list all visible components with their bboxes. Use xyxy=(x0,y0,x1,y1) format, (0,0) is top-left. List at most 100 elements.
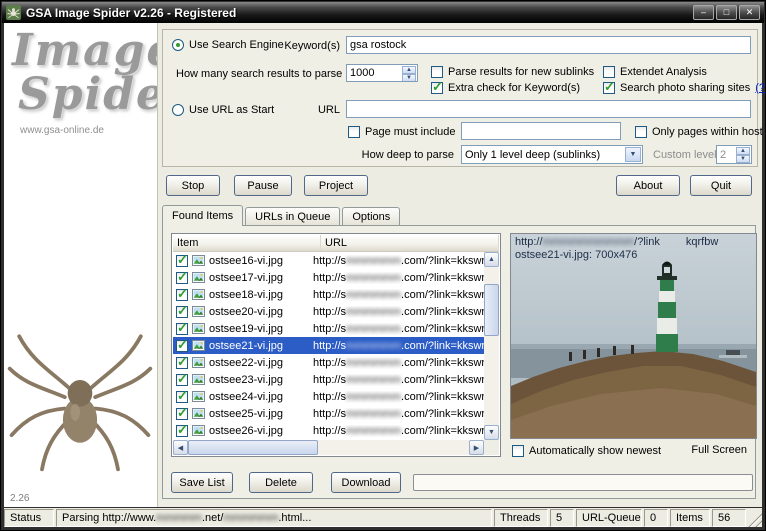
extended-analysis-checkbox[interactable]: Extendet Analysis xyxy=(603,65,707,78)
row-checkbox[interactable] xyxy=(176,252,188,268)
row-filename: ostsee19-vi.jpg xyxy=(209,322,283,335)
stop-button[interactable]: Stop xyxy=(166,175,220,196)
download-button[interactable]: Download xyxy=(331,472,401,493)
status-bar: Status Parsing http://www. mmmmm .net/mmmm… xyxy=(4,508,762,527)
row-checkbox[interactable] xyxy=(176,303,188,319)
results-count-value: 1000 xyxy=(350,67,375,79)
quit-button[interactable]: Quit xyxy=(690,175,752,196)
image-file-icon xyxy=(192,408,205,419)
website-link[interactable]: www.gsa-online.de xyxy=(20,125,104,136)
row-filename: ostsee23-vi.jpg xyxy=(209,373,283,386)
url-input[interactable] xyxy=(346,100,751,118)
image-preview[interactable]: http://mmmmmmmmmm/?link kqrfbw ostsee21-v… xyxy=(510,233,757,439)
checkbox-icon xyxy=(603,65,615,78)
preview-url-mid: /?link xyxy=(634,236,660,248)
tab-options[interactable]: Options xyxy=(342,207,401,225)
keywords-input[interactable]: gsa rostock xyxy=(346,36,751,54)
sidebar: Image Spider www.gsa-online.de 2.26 xyxy=(4,23,158,507)
row-url: http://smmmmmm.com/?link=kkswr xyxy=(313,373,484,386)
list-row[interactable]: ostsee26-vi.jpg http://smmmmmm.com/?link=… xyxy=(173,422,484,439)
page-include-label: Page must include xyxy=(365,125,456,138)
row-checkbox[interactable] xyxy=(176,354,188,370)
horizontal-scrollbar-thumb[interactable] xyxy=(188,440,318,455)
parse-sublinks-label: Parse results for new sublinks xyxy=(448,65,595,78)
column-header-url[interactable]: URL xyxy=(321,235,499,251)
use-search-engine-radio[interactable]: Use Search Engine xyxy=(172,38,284,51)
spin-up-icon[interactable] xyxy=(736,147,750,155)
row-url: http://smmmmmm.com/?link=kkswr xyxy=(313,390,484,403)
project-button[interactable]: Project xyxy=(304,175,368,196)
results-count-input[interactable]: 1000 xyxy=(346,64,418,82)
maximize-button[interactable]: □ xyxy=(716,5,737,20)
custom-level-value: 2 xyxy=(720,148,727,161)
only-host-checkbox[interactable]: Only pages within host xyxy=(635,125,763,138)
column-header-item[interactable]: Item xyxy=(173,235,321,251)
use-url-radio[interactable]: Use URL as Start xyxy=(172,103,274,116)
extra-check-checkbox[interactable]: Extra check for Keyword(s) xyxy=(431,79,580,95)
scroll-left-icon[interactable] xyxy=(173,440,188,455)
scrollbar-corner xyxy=(484,440,499,455)
scroll-up-icon[interactable] xyxy=(484,252,499,267)
list-row[interactable]: ostsee23-vi.jpg http://smmmmmm.com/?link=… xyxy=(173,371,484,388)
close-button[interactable]: ✕ xyxy=(739,5,760,20)
scroll-right-icon[interactable] xyxy=(469,440,484,455)
list-row[interactable]: ostsee24-vi.jpg http://smmmmmm.com/?link=… xyxy=(173,388,484,405)
vertical-scrollbar-thumb[interactable] xyxy=(484,284,499,336)
custom-level-input[interactable]: 2 xyxy=(716,145,752,164)
spin-down-icon[interactable] xyxy=(736,155,750,163)
tab-urls-in-queue[interactable]: URLs in Queue xyxy=(245,207,341,225)
list-row[interactable]: ostsee19-vi.jpg http://smmmmmm.com/?link=… xyxy=(173,320,484,337)
parse-sublinks-checkbox[interactable]: Parse results for new sublinks xyxy=(431,65,594,78)
list-row[interactable]: ostsee20-vi.jpg http://smmmmmm.com/?link=… xyxy=(173,303,484,320)
page-include-input[interactable] xyxy=(461,122,621,140)
photo-sites-checkbox[interactable]: Search photo sharing sites (?) xyxy=(603,79,765,95)
row-checkbox[interactable] xyxy=(176,388,188,404)
list-row[interactable]: ostsee21-vi.jpg http://smmmmmm.com/?link=… xyxy=(173,337,484,354)
checkbox-icon xyxy=(635,125,647,138)
tab-found-items[interactable]: Found Items xyxy=(162,205,244,226)
vertical-scrollbar[interactable] xyxy=(484,252,499,440)
list-row[interactable]: ostsee18-vi.jpg http://smmmmmm.com/?link=… xyxy=(173,286,484,303)
list-row[interactable]: ostsee17-vi.jpg http://smmmmmm.com/?link=… xyxy=(173,269,484,286)
photo-sites-label: Search photo sharing sites xyxy=(620,81,751,94)
use-url-label: Use URL as Start xyxy=(189,103,275,116)
window-title: GSA Image Spider v2.26 - Registered xyxy=(26,5,237,20)
dropdown-arrow-icon[interactable] xyxy=(625,147,641,162)
auto-show-newest-checkbox[interactable]: Automatically show newest xyxy=(512,444,661,457)
full-screen-link[interactable]: Full Screen xyxy=(691,444,747,456)
row-checkbox[interactable] xyxy=(176,320,188,336)
page-include-checkbox[interactable]: Page must include xyxy=(348,125,456,138)
save-list-button[interactable]: Save List xyxy=(171,472,233,493)
minimize-button[interactable]: – xyxy=(693,5,714,20)
download-progress-bar xyxy=(413,474,753,491)
url-queue-value: 0 xyxy=(644,509,668,527)
row-filename: ostsee21-vi.jpg xyxy=(209,339,283,352)
row-checkbox[interactable] xyxy=(176,269,188,285)
list-row[interactable]: ostsee16-vi.jpg http://smmmmmm.com/?link=… xyxy=(173,252,484,269)
scroll-down-icon[interactable] xyxy=(484,425,499,440)
row-checkbox[interactable] xyxy=(176,371,188,387)
depth-select[interactable]: Only 1 level deep (sublinks) xyxy=(461,145,643,164)
horizontal-scrollbar[interactable] xyxy=(173,440,484,455)
row-checkbox[interactable] xyxy=(176,422,188,438)
titlebar[interactable]: GSA Image Spider v2.26 - Registered – □ … xyxy=(2,2,764,23)
pause-button[interactable]: Pause xyxy=(234,175,292,196)
list-row[interactable]: ostsee22-vi.jpg http://smmmmmm.com/?link=… xyxy=(173,354,484,371)
about-button[interactable]: About xyxy=(616,175,680,196)
row-checkbox[interactable] xyxy=(176,337,188,353)
row-checkbox[interactable] xyxy=(176,286,188,302)
spin-down-icon[interactable] xyxy=(402,74,416,81)
spin-up-icon[interactable] xyxy=(402,66,416,74)
row-filename: ostsee24-vi.jpg xyxy=(209,390,283,403)
row-url: http://smmmmmm.com/?link=kkswr xyxy=(313,339,484,352)
status-label: Status xyxy=(4,509,54,527)
image-file-icon xyxy=(192,272,205,283)
help-link[interactable]: (?) xyxy=(755,82,765,94)
list-row[interactable]: ostsee25-vi.jpg http://smmmmmm.com/?link=… xyxy=(173,405,484,422)
depth-value: Only 1 level deep (sublinks) xyxy=(465,148,601,161)
resize-grip[interactable] xyxy=(748,509,762,527)
only-host-label: Only pages within host xyxy=(652,125,763,138)
row-checkbox[interactable] xyxy=(176,405,188,421)
delete-button[interactable]: Delete xyxy=(249,472,313,493)
custom-level-label: Custom level xyxy=(653,149,717,161)
